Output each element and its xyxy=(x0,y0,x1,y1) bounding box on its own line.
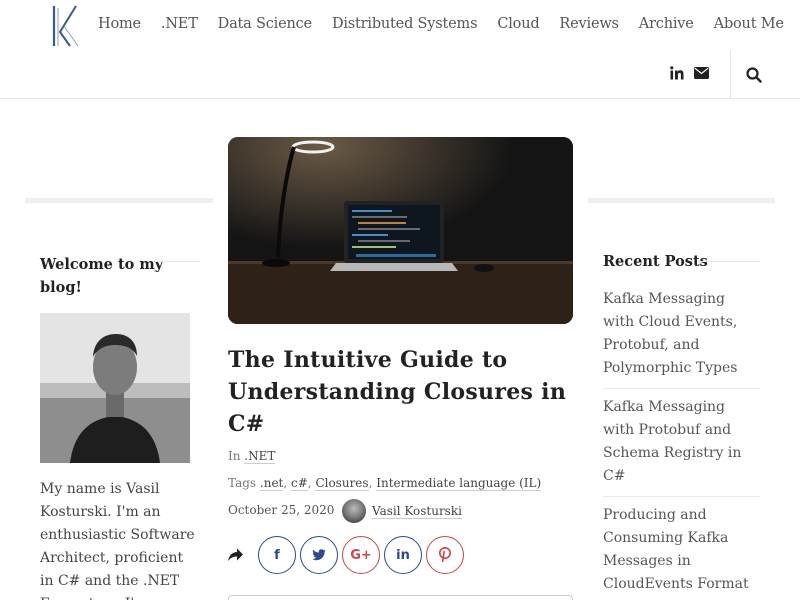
sidebar-left: Welcome to my blog! My name is Vasil Kos… xyxy=(25,198,213,600)
nav-data-science[interactable]: Data Science xyxy=(218,16,312,32)
mail-icon[interactable] xyxy=(694,67,709,79)
category-link[interactable]: .NET xyxy=(244,449,276,464)
nav-reviews[interactable]: Reviews xyxy=(559,16,619,32)
next-post-card[interactable] xyxy=(228,595,573,600)
header-social-links xyxy=(670,66,709,80)
author-avatar xyxy=(342,499,366,523)
nav-home[interactable]: Home xyxy=(98,16,141,32)
recent-post-link[interactable]: Kafka Messaging with Cloud Events, Proto… xyxy=(603,288,760,389)
post-category: In .NET xyxy=(228,449,276,464)
recent-post-link[interactable]: Kafka Messaging with Protobuf and Schema… xyxy=(603,389,760,497)
post-hero-image[interactable] xyxy=(228,137,573,324)
nav-cloud[interactable]: Cloud xyxy=(497,16,539,32)
welcome-title: Welcome to my blog! xyxy=(40,256,164,296)
recent-posts-list: Kafka Messaging with Cloud Events, Proto… xyxy=(603,288,760,600)
post-tags: Tags .net, c#, Closures, Intermediate la… xyxy=(228,476,542,491)
tag-link[interactable]: Closures xyxy=(315,476,369,491)
nav-dotnet[interactable]: .NET xyxy=(161,16,198,32)
author-photo xyxy=(40,313,190,463)
share-icon xyxy=(228,548,243,561)
sidebar-right: Recent Posts Kafka Messaging with Cloud … xyxy=(588,198,775,600)
linkedin-icon[interactable]: in xyxy=(384,536,422,574)
tag-link[interactable]: .net xyxy=(259,476,284,491)
category-prefix: In xyxy=(228,449,241,463)
nav-about-me[interactable]: About Me xyxy=(714,16,784,32)
search-icon[interactable] xyxy=(745,66,763,84)
sidebar-top-bar xyxy=(25,198,213,203)
post-date: October 25, 2020 xyxy=(228,503,335,517)
title-underline xyxy=(155,261,200,262)
nav-distributed-systems[interactable]: Distributed Systems xyxy=(332,16,478,32)
post-author[interactable]: Vasil Kosturski xyxy=(342,499,462,523)
site-logo[interactable] xyxy=(50,4,82,48)
recent-post-link[interactable]: Producing and Consuming Kafka Messages i… xyxy=(603,497,760,600)
title-underline xyxy=(698,261,760,262)
sidebar-top-bar xyxy=(588,198,775,203)
post-title[interactable]: The Intuitive Guide to Understanding Clo… xyxy=(228,344,573,440)
pinterest-icon[interactable] xyxy=(426,536,464,574)
share-row: f G+ in xyxy=(226,536,464,574)
header-divider xyxy=(730,50,731,99)
main-nav: Home .NET Data Science Distributed Syste… xyxy=(98,16,800,32)
facebook-icon[interactable]: f xyxy=(258,536,296,574)
linkedin-icon[interactable] xyxy=(670,66,684,80)
tag-link[interactable]: Intermediate language (IL) xyxy=(376,476,542,491)
tags-prefix: Tags xyxy=(228,476,257,490)
author-name[interactable]: Vasil Kosturski xyxy=(372,504,462,519)
site-header: Home .NET Data Science Distributed Syste… xyxy=(0,0,800,99)
tag-link[interactable]: c# xyxy=(291,476,308,491)
author-bio: My name is Vasil Kosturski. I'm an enthu… xyxy=(40,481,195,600)
nav-archive[interactable]: Archive xyxy=(639,16,694,32)
twitter-icon[interactable] xyxy=(300,536,338,574)
google-plus-icon[interactable]: G+ xyxy=(342,536,380,574)
